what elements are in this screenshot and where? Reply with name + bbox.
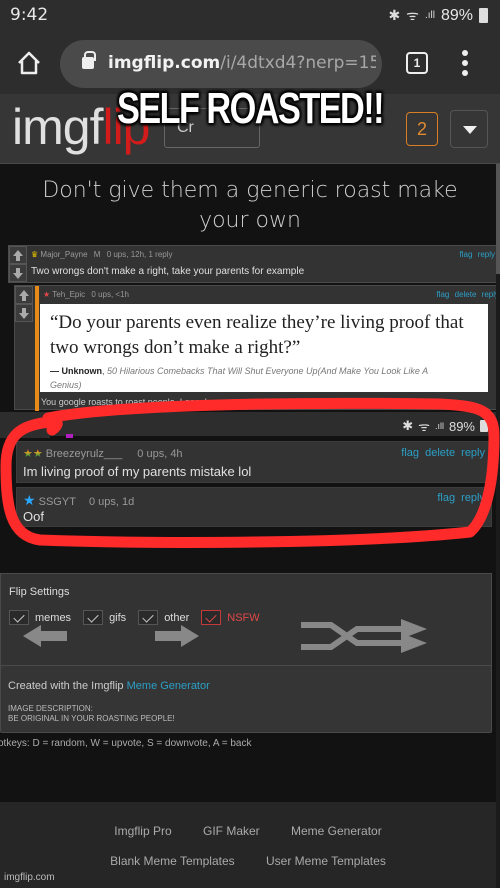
image-description-panel: Created with the Imgflip Meme Generator … <box>0 665 492 733</box>
flag-link[interactable]: flag <box>460 250 473 259</box>
back-arrow-icon[interactable] <box>21 624 69 648</box>
embedded-status-bar: ✱ ᯤ .ıll 89% <box>0 412 500 438</box>
bluetooth-icon: ✱ <box>388 7 401 23</box>
battery-percent: 89% <box>440 6 473 24</box>
site-footer: Imgflip Pro GIF Maker Meme Generator Bla… <box>0 802 496 888</box>
downvote-button[interactable] <box>15 304 33 322</box>
nsfw-checkbox[interactable] <box>201 610 222 625</box>
reply-link[interactable]: reply <box>461 492 485 504</box>
comment-text: Oof <box>23 509 44 524</box>
random-shuffle-icon[interactable] <box>301 617 429 655</box>
imgflip-watermark: imgflip.com <box>4 872 55 883</box>
comment-username[interactable]: Teh_Epic <box>52 290 85 299</box>
star-badge-icon: ★ <box>43 290 51 299</box>
status-bar: 9:42 ✱ ᯤ .ıll 89% <box>0 0 500 34</box>
bluetooth-icon: ✱ <box>402 418 414 433</box>
meme-generator-link[interactable]: Meme Generator <box>127 680 210 692</box>
home-icon[interactable] <box>16 50 42 76</box>
gifs-checkbox[interactable] <box>83 610 104 625</box>
other-label[interactable]: other <box>164 612 189 624</box>
comment-meta: 0 ups, 4h <box>137 448 183 460</box>
footer-link-gif-maker[interactable]: GIF Maker <box>203 824 260 838</box>
address-bar[interactable]: imgflip.com/i/4dtxd4?nerp=15( <box>60 40 382 88</box>
quote-source: — Unknown, 50 Hilarious Comebacks That W… <box>50 366 428 390</box>
delete-link[interactable]: delete <box>455 290 477 299</box>
signal-icon: .ıll <box>424 10 435 21</box>
wifi-icon: ᯤ <box>406 7 419 23</box>
memes-checkbox[interactable] <box>9 610 29 625</box>
battery-percent: 89% <box>448 418 475 434</box>
page-scrollbar[interactable] <box>496 164 500 888</box>
comment-username[interactable]: Major_Payne <box>40 250 87 259</box>
footer-link-imgflip-pro[interactable]: Imgflip Pro <box>114 824 171 838</box>
comment-text: Im living proof of my parents mistake lo… <box>23 464 252 479</box>
comment-text: You google roasts to roast people, I goo… <box>41 397 289 407</box>
footer-link-blank-templates[interactable]: Blank Meme Templates <box>110 854 235 868</box>
comment-meta: 0 ups, 12h, 1 reply <box>106 250 173 259</box>
comment-image[interactable]: “Do your parents even realize they’re li… <box>40 304 488 392</box>
image-title: Don't give them a generic roast make you… <box>42 178 458 233</box>
url-text[interactable]: imgflip.com/i/4dtxd4?nerp=15( <box>108 53 376 73</box>
comment: ★ SSGYT 0 ups, 1d flag reply Oof <box>16 487 492 527</box>
flag-link[interactable]: flag <box>436 290 449 299</box>
forward-arrow-icon[interactable] <box>153 624 201 648</box>
reply-indicator-bar <box>35 286 39 411</box>
blue-star-badge-icon: ★ <box>23 492 36 508</box>
flip-settings-title: Flip Settings <box>9 586 70 598</box>
downvote-button[interactable] <box>9 264 27 282</box>
mod-badge: M <box>93 250 101 259</box>
crown-icon: ♛ <box>31 250 39 259</box>
lock-icon <box>82 51 96 69</box>
more-menu-icon[interactable] <box>460 50 470 78</box>
wifi-icon: ᯤ <box>418 419 430 434</box>
image-description: IMAGE DESCRIPTION: BE ORIGINAL IN YOUR RO… <box>8 704 175 723</box>
meme-caption: SELF ROASTED!! <box>116 84 385 133</box>
memes-label[interactable]: memes <box>35 612 71 624</box>
comment-text: Two wrongs don't make a right, take your… <box>31 266 305 277</box>
embedded-divider <box>50 436 490 440</box>
footer-link-user-templates[interactable]: User Meme Templates <box>266 854 386 868</box>
upvote-button[interactable] <box>9 246 27 264</box>
rainbow-star-badge-icon: ★★ <box>23 448 43 460</box>
user-menu-dropdown[interactable] <box>450 110 488 148</box>
flag-link[interactable]: flag <box>401 447 419 459</box>
comment: ♛ Major_Payne M 0 ups, 12h, 1 reply flag… <box>8 245 500 283</box>
comment-meta: 0 ups, 1d <box>88 496 135 508</box>
delete-link[interactable]: delete <box>425 447 455 459</box>
created-with-text: Created with the Imgflip Meme Generator <box>8 680 210 692</box>
comment: ★★ Breezeyrulz___ 0 ups, 4h flag delete … <box>16 441 492 483</box>
reply-link[interactable]: reply <box>478 250 495 259</box>
nsfw-label[interactable]: NSFW <box>227 612 259 624</box>
signal-icon: .ıll <box>434 421 444 431</box>
embedded-marker <box>66 434 73 438</box>
footer-link-meme-generator[interactable]: Meme Generator <box>291 824 382 838</box>
gifs-label[interactable]: gifs <box>109 612 126 624</box>
flag-link[interactable]: flag <box>437 492 455 504</box>
comment-username[interactable]: SSGYT <box>39 496 76 508</box>
flip-settings-panel: Flip Settings memes gifs other NSFW <box>0 573 492 677</box>
hotkeys-hint: otkeys: D = random, W = upvote, S = down… <box>0 738 252 749</box>
other-checkbox[interactable] <box>138 610 159 625</box>
comment-username[interactable]: Breezeyrulz___ <box>46 448 122 460</box>
upvote-button[interactable] <box>15 286 33 304</box>
reply-link[interactable]: reply <box>461 447 485 459</box>
tab-switcher-button[interactable]: 1 <box>406 52 428 74</box>
comment-meta: 0 ups, <1h <box>91 290 129 299</box>
battery-icon <box>479 8 488 23</box>
battery-icon <box>480 420 488 432</box>
scrollbar-thumb[interactable] <box>496 164 500 274</box>
clock: 9:42 <box>10 5 49 25</box>
quote-text: “Do your parents even realize they’re li… <box>50 312 464 358</box>
